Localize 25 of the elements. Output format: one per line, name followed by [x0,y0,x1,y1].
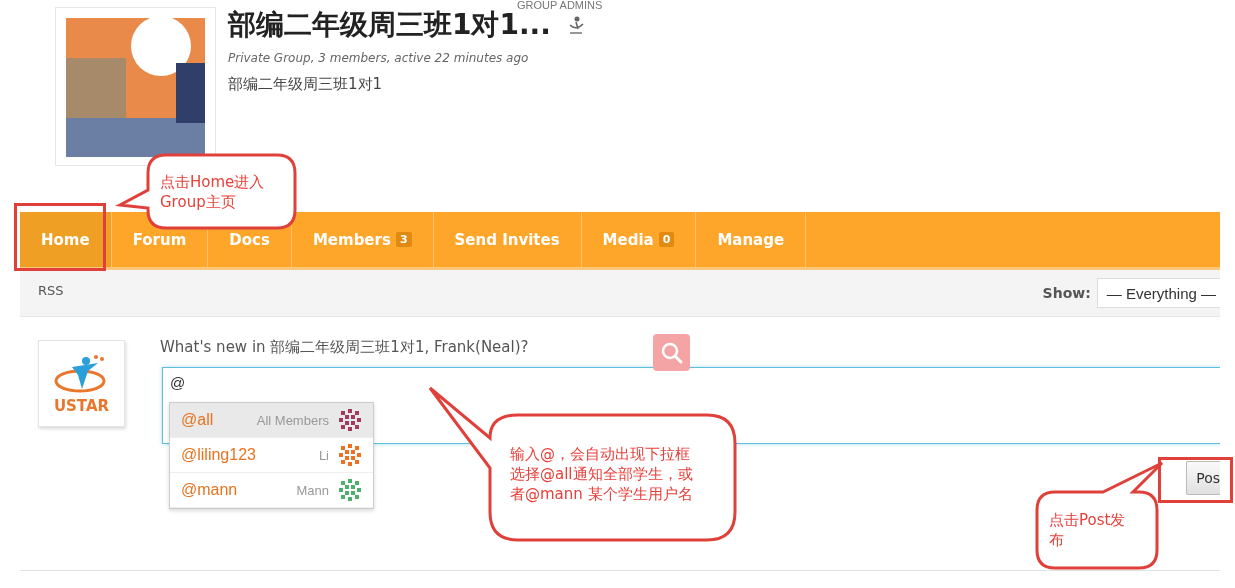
nav-tab[interactable]: Media 0 [581,212,697,267]
count-badge: 3 [395,232,412,247]
person-logo-icon [566,15,585,35]
mention-option[interactable]: @all All Members [170,403,373,438]
nav-tab[interactable]: Home [20,212,112,267]
mention-option[interactable]: @mann Mann [170,473,373,508]
logo-text: USTAR [53,396,110,415]
group-description: 部编二年级周三班1对1 [228,75,384,94]
rss-link[interactable]: RSS [38,282,64,298]
callout-text: 点击Home进入 Group主页 [160,172,265,212]
nav-tab[interactable]: Send Invites [433,212,582,267]
post-button[interactable]: Pos [1186,461,1220,495]
show-filter-select[interactable]: — Everything — [1096,278,1220,308]
search-icon [659,340,684,365]
callout-text: 点击Post发 布 [1049,510,1126,550]
count-badge: 0 [658,232,675,247]
mention-option[interactable]: @liling123 Li [170,438,373,473]
search-button[interactable] [653,334,690,371]
callout-text: 输入@，会自动出现下拉框 选择@all通知全部学生，或 者@mann 某个学生用户名 [510,444,693,504]
nav-tab[interactable]: Manage [696,212,807,267]
group-admins-label: GROUP ADMINS [517,0,603,11]
show-label: Show: [1042,285,1091,301]
group-title: 部编二年级周三班1对1... [228,8,551,43]
group-meta-text: Private Group, 3 members, active 22 minutes ago [228,51,530,65]
post-prompt: What's new in 部编二年级周三班1对1, Frank(Neal)? [160,338,529,357]
